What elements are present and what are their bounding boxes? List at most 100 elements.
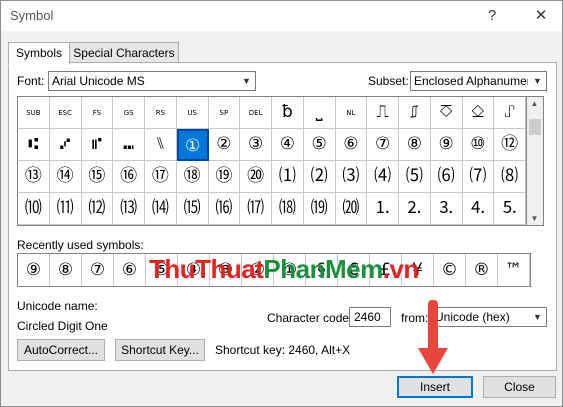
symbol-cell[interactable]: ① [176, 129, 209, 161]
help-button[interactable]: ? [472, 1, 512, 31]
recent-symbol-cell[interactable]: ™ [498, 254, 530, 286]
symbol-cell[interactable]: ⑩ [462, 129, 495, 161]
symbol-cell[interactable]: ⑶ [335, 161, 368, 193]
symbol-cell[interactable]: ⒇ [335, 193, 368, 225]
tab-special-characters[interactable]: Special Characters [69, 42, 179, 64]
symbol-cell[interactable]: ③ [240, 129, 272, 161]
subset-label: Subset: [368, 74, 409, 88]
symbol-cell[interactable]: RS [145, 97, 177, 129]
symbol-cell[interactable]: ESC [49, 97, 82, 129]
symbol-cell[interactable]: ⑿ [81, 193, 114, 225]
chevron-down-icon: ▼ [528, 308, 546, 326]
font-select[interactable]: Arial Unicode MS ▼ [48, 71, 256, 91]
recent-symbol-cell[interactable]: ⑥ [114, 254, 146, 286]
recent-label: Recently used symbols: [17, 238, 144, 252]
symbol-cell[interactable]: ⑮ [81, 161, 114, 193]
symbol-cell[interactable]: ⑻ [494, 161, 526, 193]
close-button[interactable]: Close [483, 376, 556, 398]
tab-symbols[interactable]: Symbols [8, 42, 70, 65]
symbol-cell[interactable]: ⑱ [176, 161, 209, 193]
symbol-cell[interactable]: ⑊ [145, 129, 177, 161]
symbol-cell[interactable]: ⑭ [49, 161, 82, 193]
symbol-cell[interactable]: ⑾ [49, 193, 82, 225]
symbol-cell[interactable]: ⑧ [399, 129, 431, 161]
symbol-cell[interactable]: SUB [18, 97, 50, 129]
symbol-cell[interactable]: ⒅ [272, 193, 304, 225]
symbol-cell[interactable]: ⒉ [399, 193, 431, 225]
chevron-down-icon: ▼ [237, 72, 255, 90]
symbol-cell[interactable]: ⑦ [367, 129, 399, 161]
symbol-cell[interactable]: ⒁ [145, 193, 177, 225]
symbol-cell[interactable]: ⑀ [494, 97, 526, 129]
symbol-cell[interactable]: ④ [272, 129, 304, 161]
symbol-cell[interactable]: ⑺ [462, 161, 495, 193]
title-bar: Symbol ? ✕ [1, 1, 562, 31]
symbol-cell[interactable]: ⒂ [176, 193, 209, 225]
scroll-down-icon[interactable]: ▼ [527, 214, 542, 223]
symbol-cell[interactable]: ⑳ [240, 161, 272, 193]
scroll-up-icon[interactable]: ▲ [527, 99, 542, 108]
red-arrow-annotation [418, 300, 448, 374]
symbol-cell[interactable]: ⒆ [303, 193, 336, 225]
symbol-cell[interactable]: ⒄ [240, 193, 272, 225]
recent-symbol-cell[interactable]: ® [466, 254, 498, 286]
scroll-thumb[interactable] [529, 119, 541, 135]
symbol-cell[interactable]: FS [81, 97, 114, 129]
symbol-cell[interactable]: ⑲ [208, 161, 241, 193]
symbol-cell[interactable]: ⑉ [113, 129, 145, 161]
symbol-cell[interactable]: ⑰ [145, 161, 177, 193]
subset-select[interactable]: Enclosed Alphanumeri ▼ [410, 71, 547, 91]
symbol-dialog: Symbol ? ✕ Symbols Special Characters Fo… [0, 0, 563, 407]
symbol-cell[interactable]: ⑵ [303, 161, 336, 193]
symbol-cell[interactable]: ⑷ [367, 161, 399, 193]
symbol-cell[interactable]: ⑯ [113, 161, 145, 193]
symbol-cell[interactable]: ⎏ [430, 97, 463, 129]
symbol-cell[interactable]: ⑴ [272, 161, 304, 193]
symbol-cell[interactable]: ⒋ [462, 193, 495, 225]
symbol-cell[interactable]: ⑫ [494, 129, 526, 161]
symbol-cell[interactable]: ⒌ [494, 193, 526, 225]
insert-button[interactable]: Insert [397, 376, 473, 398]
unicode-name-value: Circled Digit One [17, 319, 108, 333]
symbol-cell[interactable]: ⒈ [367, 193, 399, 225]
symbol-cell[interactable]: ⑆ [18, 129, 50, 161]
autocorrect-button[interactable]: AutoCorrect... [17, 339, 105, 361]
symbol-cell[interactable]: DEL [240, 97, 272, 129]
symbol-cell[interactable]: US [176, 97, 209, 129]
symbol-cell[interactable]: ⑽ [18, 193, 50, 225]
font-label: Font: [17, 74, 45, 88]
recent-symbol-cell[interactable]: ⑨ [18, 254, 50, 286]
symbol-cell[interactable]: ⎎ [399, 97, 431, 129]
recent-symbol-cell[interactable]: ⑧ [50, 254, 82, 286]
symbol-cell[interactable]: ⑤ [303, 129, 336, 161]
symbol-cell[interactable]: ⒀ [113, 193, 145, 225]
symbol-cell[interactable]: ⑨ [430, 129, 463, 161]
symbol-cell[interactable]: ⒃ [208, 193, 241, 225]
symbol-cell[interactable]: ⎵ [303, 97, 336, 129]
unicode-name-label: Unicode name: [17, 299, 98, 313]
symbol-cell[interactable]: ⑹ [430, 161, 463, 193]
symbol-cell[interactable]: ⑬ [18, 161, 50, 193]
symbol-grid-scrollbar[interactable]: ▲ ▼ [527, 96, 544, 226]
symbol-cell[interactable]: ƀ [272, 97, 304, 129]
symbol-cell[interactable]: GS [113, 97, 145, 129]
close-icon[interactable]: ✕ [521, 1, 561, 31]
dialog-title: Symbol [10, 8, 54, 23]
symbol-cell[interactable]: ⎐ [462, 97, 495, 129]
symbol-cell[interactable]: NL [335, 97, 368, 129]
symbol-cell[interactable]: ② [208, 129, 241, 161]
symbol-cell[interactable]: ⒊ [430, 193, 463, 225]
symbol-cell[interactable]: ⎍ [367, 97, 399, 129]
char-code-input[interactable]: 2460 [349, 307, 391, 327]
shortcut-key-button[interactable]: Shortcut Key... [115, 339, 205, 361]
symbol-cell[interactable]: ⑇ [49, 129, 82, 161]
symbol-cell[interactable]: ⑥ [335, 129, 368, 161]
recent-symbol-cell[interactable]: © [434, 254, 466, 286]
symbol-cell[interactable]: ⑸ [399, 161, 431, 193]
from-select[interactable]: Unicode (hex) ▼ [431, 307, 547, 327]
chevron-down-icon: ▼ [528, 72, 546, 90]
symbol-cell[interactable]: SP [208, 97, 241, 129]
symbol-cell[interactable]: ⑈ [81, 129, 114, 161]
recent-symbol-cell[interactable]: ⑦ [82, 254, 114, 286]
symbol-grid[interactable]: SUB ESC FS GS RS US SP DEL ƀ ⎵ NL ⎍ ⎎ ⎏ ⎐ ⑀ ⑆ ⑇ ⑈ ⑉ ⑊ ① ② ③ ④ ⑤ ⑥ ⑦… [17, 96, 527, 226]
